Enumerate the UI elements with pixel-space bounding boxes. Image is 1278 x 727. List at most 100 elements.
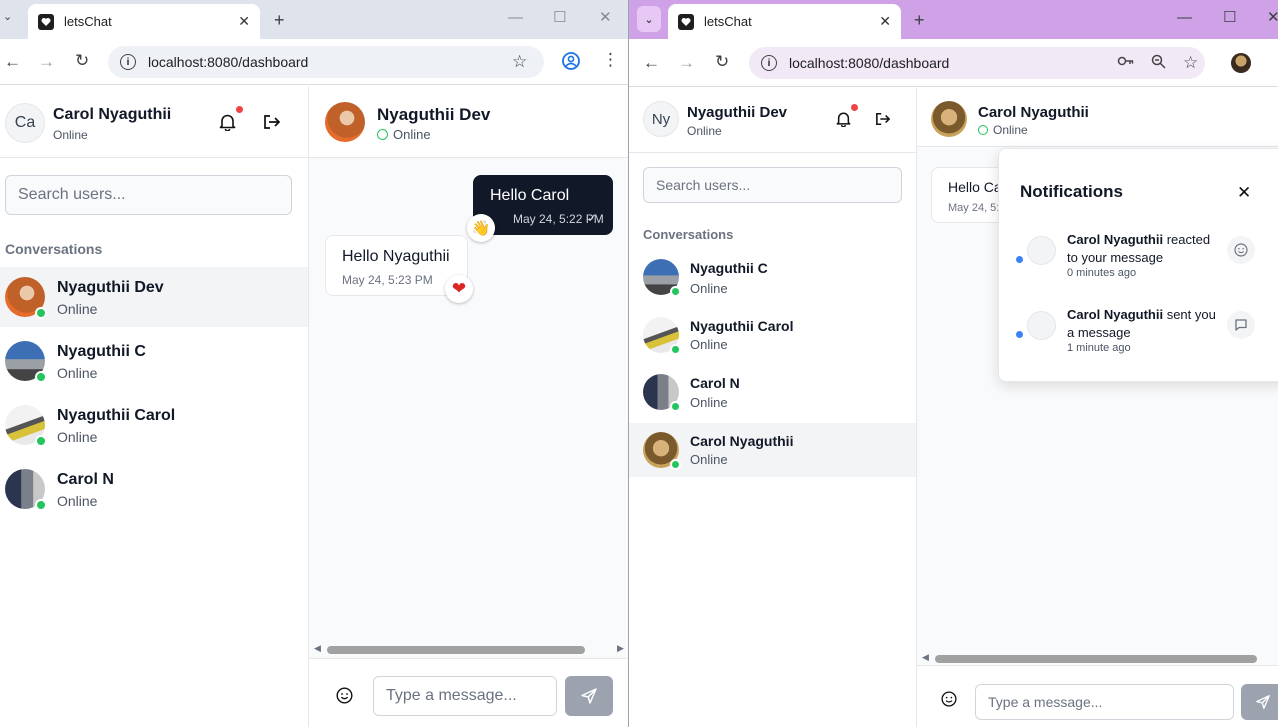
address-bar[interactable]: i localhost:8080/dashboard ☆: [749, 47, 1205, 79]
conversations-heading: Conversations: [5, 241, 103, 257]
browser-window-left: ⌄ letsChat ✕ + — ☐ ✕ ← → ↻ i localhost:8…: [0, 0, 628, 727]
tab-close-icon[interactable]: ✕: [879, 13, 891, 30]
close-icon[interactable]: ✕: [1237, 183, 1251, 203]
reload-icon[interactable]: ↻: [715, 53, 729, 70]
conversation-status: Online: [57, 365, 98, 381]
send-button[interactable]: [565, 676, 613, 716]
profile-avatar[interactable]: [1231, 53, 1251, 73]
tab-close-icon[interactable]: ✕: [238, 13, 250, 30]
browser-tab[interactable]: letsChat ✕: [28, 4, 260, 39]
address-bar[interactable]: i localhost:8080/dashboard ☆: [108, 46, 544, 78]
new-tab-icon[interactable]: +: [274, 11, 285, 29]
minimize-icon[interactable]: —: [508, 10, 523, 25]
chat-partner-name: Carol Nyaguthii: [978, 104, 1089, 121]
avatar: [931, 101, 967, 137]
search-input[interactable]: Search users...: [643, 167, 902, 203]
maximize-icon[interactable]: ☐: [553, 10, 566, 25]
password-key-icon[interactable]: [1117, 55, 1135, 70]
menu-kebab-icon[interactable]: ⋮: [602, 51, 619, 68]
heart-favicon-icon: [678, 13, 694, 30]
maximize-icon[interactable]: ☐: [1223, 10, 1236, 25]
site-info-icon[interactable]: i: [761, 55, 777, 71]
browser-window-right: ⌄ letsChat ✕ + — ☐ ✕ ← → ↻ i localhost:8…: [629, 0, 1278, 727]
scrollbar-thumb[interactable]: [935, 655, 1257, 663]
online-indicator: [670, 286, 681, 297]
avatar: [5, 469, 47, 511]
bell-icon[interactable]: [836, 104, 858, 132]
emoji-icon[interactable]: [336, 687, 353, 709]
new-tab-icon[interactable]: +: [914, 11, 925, 29]
wave-reaction-icon[interactable]: 👋: [467, 214, 495, 242]
conversation-status: Online: [690, 395, 728, 410]
bell-icon[interactable]: [219, 106, 243, 136]
chat-app: Ca Carol Nyaguthii Online Search users..…: [0, 86, 628, 727]
send-button[interactable]: [1241, 684, 1278, 720]
message-input[interactable]: Type a message...: [975, 684, 1234, 720]
read-check-icon: ✓: [587, 211, 598, 225]
chat-header: Nyaguthii Dev Online: [309, 86, 628, 158]
conversation-item[interactable]: Nyaguthii C Online: [0, 331, 308, 391]
back-icon[interactable]: ←: [4, 53, 21, 70]
close-window-icon[interactable]: ✕: [1267, 10, 1278, 25]
message-input[interactable]: Type a message...: [373, 676, 557, 716]
bookmark-star-icon[interactable]: ☆: [512, 53, 527, 70]
heart-favicon-icon: [38, 13, 54, 30]
online-indicator: [35, 499, 47, 511]
scroll-right-arrow-icon[interactable]: ▶: [617, 643, 624, 654]
tab-strip: ⌄ letsChat ✕ + — ☐ ✕: [629, 0, 1278, 39]
minimize-icon[interactable]: —: [1177, 10, 1192, 25]
horizontal-scrollbar[interactable]: ◀ ▶: [309, 642, 628, 656]
logout-icon[interactable]: [875, 112, 891, 131]
notification-item[interactable]: Carol Nyaguthii sent you a message 1 min…: [999, 306, 1278, 366]
zoom-icon[interactable]: [1151, 54, 1166, 72]
conversation-status: Online: [690, 281, 728, 296]
tab-search-chevron-icon[interactable]: ⌄: [3, 12, 12, 23]
conversation-item[interactable]: Carol N Online: [629, 365, 916, 419]
conversation-item[interactable]: Nyaguthii Carol Online: [629, 308, 916, 362]
avatar: [1027, 311, 1056, 340]
conversation-item[interactable]: Carol Nyaguthii Online: [629, 423, 916, 477]
conversation-item[interactable]: Nyaguthii Carol Online: [0, 395, 308, 455]
forward-icon[interactable]: →: [38, 53, 55, 70]
tab-search-chevron-icon[interactable]: ⌄: [637, 6, 661, 32]
notification-item[interactable]: Carol Nyaguthii reacted to your message …: [999, 231, 1278, 291]
message-icon: [1227, 311, 1255, 339]
menu-kebab-icon[interactable]: ⋮: [1271, 52, 1278, 69]
logout-icon[interactable]: [263, 114, 281, 135]
online-indicator: [670, 344, 681, 355]
notification-text: Carol Nyaguthii sent you a message: [1067, 307, 1216, 340]
message-text: Hello Carol: [490, 187, 570, 204]
site-info-icon[interactable]: i: [120, 54, 136, 70]
sidebar: Ca Carol Nyaguthii Online Search users..…: [0, 86, 309, 727]
scrollbar-thumb[interactable]: [327, 646, 585, 654]
close-window-icon[interactable]: ✕: [599, 10, 612, 25]
back-icon[interactable]: ←: [643, 54, 660, 71]
notification-dot: [236, 106, 243, 113]
avatar[interactable]: Ca: [5, 103, 45, 143]
browser-toolbar: ← → ↻ i localhost:8080/dashboard ☆ ⋮: [0, 39, 628, 85]
sidebar-header: Ny Nyaguthii Dev Online: [629, 88, 916, 153]
avatar[interactable]: Ny: [643, 101, 679, 137]
conversation-item[interactable]: Nyaguthii Dev Online: [0, 267, 308, 327]
bookmark-star-icon[interactable]: ☆: [1183, 54, 1198, 71]
reload-icon[interactable]: ↻: [75, 52, 89, 69]
browser-tab[interactable]: letsChat ✕: [668, 4, 901, 39]
conversation-name: Carol N: [690, 375, 740, 391]
scroll-left-arrow-icon[interactable]: ◀: [922, 652, 929, 663]
scroll-left-arrow-icon[interactable]: ◀: [314, 643, 321, 654]
forward-icon[interactable]: →: [678, 54, 695, 71]
sidebar-header: Ca Carol Nyaguthii Online: [0, 86, 308, 158]
avatar: [643, 317, 681, 355]
message-time: May 24, 5:23 PM: [342, 273, 433, 287]
message-text: Hello Nyaguthii: [342, 248, 450, 265]
search-input[interactable]: Search users...: [5, 175, 292, 215]
heart-reaction-icon[interactable]: ❤: [445, 275, 473, 303]
notification-time: 0 minutes ago: [1067, 267, 1137, 279]
horizontal-scrollbar[interactable]: ◀: [917, 651, 1278, 665]
profile-icon[interactable]: [562, 52, 580, 73]
conversation-item[interactable]: Nyaguthii C Online: [629, 250, 916, 304]
conversation-item[interactable]: Carol N Online: [0, 459, 308, 519]
conversation-name: Carol N: [57, 471, 114, 488]
notification-time: 1 minute ago: [1067, 342, 1131, 354]
emoji-icon[interactable]: [941, 691, 957, 712]
